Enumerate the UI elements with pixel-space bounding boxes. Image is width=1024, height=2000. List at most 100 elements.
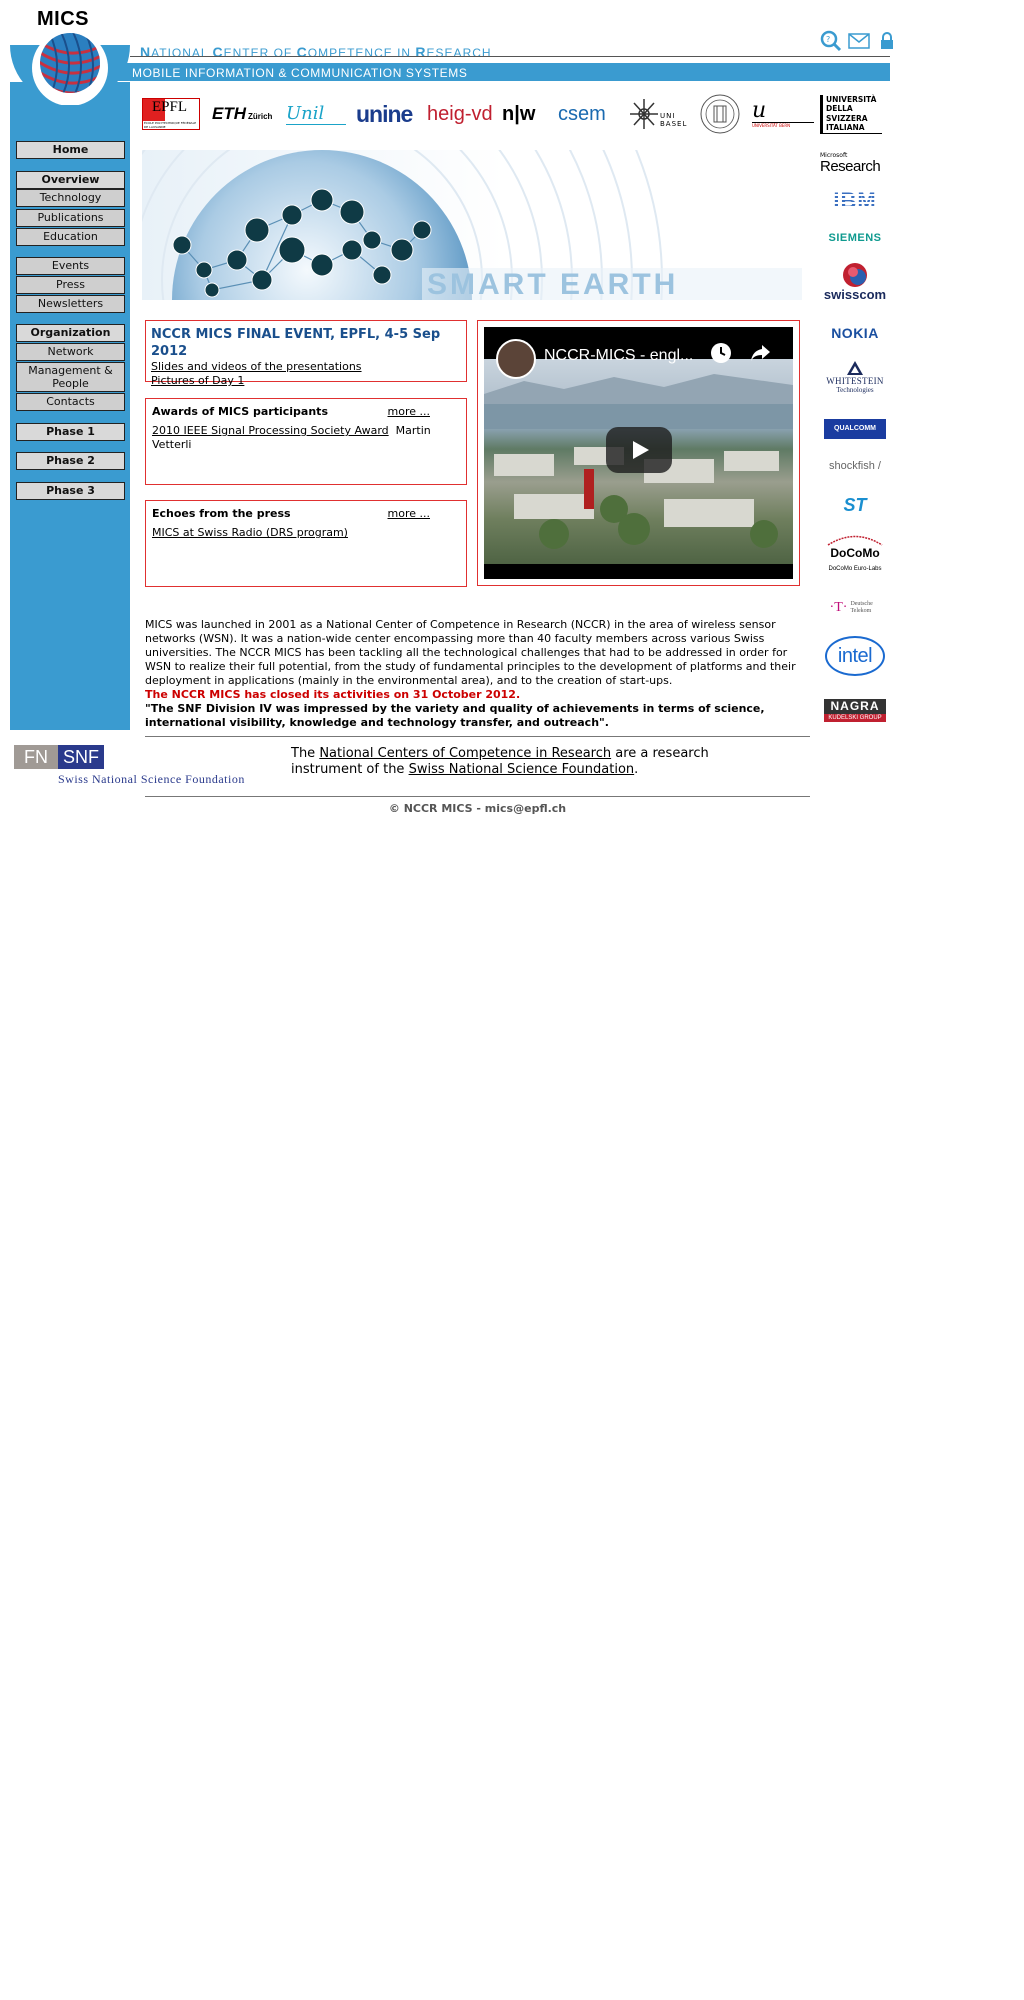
snsf-link[interactable]: Swiss National Science Foundation: [409, 762, 635, 777]
eth-logo[interactable]: ETH Zürich: [212, 92, 272, 136]
sidebar-item-phase-3[interactable]: Phase 3: [16, 482, 125, 500]
usi-logo[interactable]: UNIVERSITÀ DELLA SVIZZERA ITALIANA: [820, 92, 890, 136]
sidebar-item-network[interactable]: Network: [16, 343, 125, 361]
telekom-logo-text: Deutsche Telekom: [850, 601, 873, 614]
awards-box: Awards of MICS participants more ... 201…: [145, 398, 467, 485]
slides-videos-link[interactable]: Slides and videos of the presentations: [151, 360, 461, 374]
sidebar-item-events[interactable]: Events: [16, 257, 125, 275]
docomo-logo-subtitle: DoCoMo Euro-Labs: [828, 566, 882, 572]
csem-logo-text: csem: [558, 102, 606, 125]
nccr-link[interactable]: National Centers of Competence in Resear…: [319, 746, 611, 761]
whitestein-logo-subtitle: Technologies: [836, 386, 874, 394]
lock-icon[interactable]: [876, 30, 898, 52]
mics-description: MICS was launched in 2001 as a National …: [145, 618, 805, 730]
sidebar-item-phase-1[interactable]: Phase 1: [16, 423, 125, 441]
sidebar-item-technology[interactable]: Technology: [16, 189, 125, 207]
nokia-logo[interactable]: NOKIA: [820, 324, 890, 342]
sidebar-item-newsletters[interactable]: Newsletters: [16, 295, 125, 313]
watch-later-icon[interactable]: [709, 341, 733, 368]
header-divider: [130, 56, 890, 57]
whitestein-logo[interactable]: WHITESTEIN Technologies: [820, 355, 890, 399]
unil-logo[interactable]: Unil: [286, 92, 346, 136]
nw-logo[interactable]: n|w: [502, 92, 535, 136]
uni-basel-logo[interactable]: UNI BASEL: [630, 92, 690, 136]
sidebar-item-press[interactable]: Press: [16, 276, 125, 294]
sidebar-item-contacts[interactable]: Contacts: [16, 393, 125, 411]
swisscom-logo[interactable]: swisscom: [820, 260, 890, 304]
pictures-day1-link[interactable]: Pictures of Day 1: [151, 374, 461, 388]
basel-emblem-icon: [630, 99, 658, 129]
sidebar-item-publications[interactable]: Publications: [16, 209, 125, 227]
nagra-logo[interactable]: NAGRA KUDELSKI GROUP: [820, 697, 890, 723]
ieee-award-link[interactable]: 2010 IEEE Signal Processing Society Awar…: [152, 424, 389, 437]
copyright: © NCCR MICS - mics@epfl.ch: [388, 802, 567, 815]
press-heading: Echoes from the press: [152, 507, 291, 520]
epfl-logo-text: EPFL: [152, 99, 188, 115]
docomo-logo[interactable]: DoCoMo DoCoMo Euro-Labs: [820, 532, 890, 576]
video-player[interactable]: NCCR-MICS - engl...: [484, 327, 793, 579]
search-icon[interactable]: ?: [820, 30, 842, 52]
st-logo[interactable]: ST: [820, 495, 890, 515]
microsoft-research-logo[interactable]: Microsoft Research: [820, 150, 890, 176]
snf-quote: "The SNF Division IV was impressed by th…: [145, 702, 765, 729]
sidebar-item-education[interactable]: Education: [16, 228, 125, 246]
press-more-link[interactable]: more ...: [388, 507, 430, 520]
research-logo-text: Research: [820, 157, 881, 175]
eth-logo-text: ETH: [212, 104, 246, 123]
st-logo-text: ST: [843, 494, 867, 515]
unil-logo-text: Unil: [286, 103, 346, 125]
footer-divider-bottom: [145, 796, 810, 797]
event-title: NCCR MICS FINAL EVENT, EPFL, 4-5 Sep 201…: [151, 327, 441, 359]
sidebar-item-home[interactable]: Home: [16, 141, 125, 159]
siemens-logo[interactable]: SIEMENS: [820, 230, 890, 246]
intel-logo[interactable]: intel: [820, 634, 890, 678]
video-title[interactable]: NCCR-MICS - engl...: [544, 347, 693, 365]
share-icon[interactable]: [750, 343, 772, 366]
qualcomm-logo[interactable]: QUALCOMM: [820, 419, 890, 439]
play-button[interactable]: [606, 427, 672, 473]
uni-bern-logo-subtitle: UNIVERSITÄT BERN: [752, 122, 791, 128]
whitestein-logo-text: WHITESTEIN: [826, 376, 884, 386]
uni-bern-logo[interactable]: u UNIVERSITÄT BERN: [752, 92, 814, 136]
swiss-radio-link[interactable]: MICS at Swiss Radio (DRS program): [152, 526, 348, 539]
whitestein-emblem-icon: [847, 361, 863, 375]
snf-logo[interactable]: FN SNF Swiss National Science Foundation: [14, 745, 264, 787]
shockfish-logo-text: shockfish /: [829, 460, 881, 472]
shockfish-logo[interactable]: shockfish /: [820, 457, 890, 475]
description-text: MICS was launched in 2001 as a National …: [145, 618, 796, 687]
snf-note-post: .: [634, 762, 639, 777]
banner-title: SMART EARTH: [427, 268, 679, 300]
sidebar-item-management-people[interactable]: Management & People: [16, 362, 125, 392]
uni-basel-logo-text: UNI BASEL: [660, 112, 688, 128]
smart-earth-banner: SMART EARTH: [142, 150, 802, 300]
telekom-t-icon: ·T·: [829, 600, 848, 615]
deutsche-telekom-logo[interactable]: ·T· Deutsche Telekom: [820, 598, 890, 618]
sidebar-item-organization[interactable]: Organization: [16, 324, 125, 342]
mics-logo[interactable]: MICS: [10, 0, 130, 107]
ibm-logo[interactable]: IBM: [820, 188, 890, 214]
mail-icon[interactable]: [848, 30, 870, 52]
sidebar-item-phase-2[interactable]: Phase 2: [16, 452, 125, 470]
globe-icon: [40, 33, 100, 93]
sidebar-item-overview[interactable]: Overview: [16, 171, 125, 189]
mics-subtitle: MOBILE INFORMATION & COMMUNICATION SYSTE…: [132, 66, 468, 80]
qualcomm-logo-text: QUALCOMM: [824, 419, 886, 439]
siemens-logo-text: SIEMENS: [828, 232, 882, 244]
closing-notice: The NCCR MICS has closed its activities …: [145, 688, 521, 701]
epfl-logo[interactable]: EPFL ÉCOLE POLYTECHNIQUE FÉDÉRALE DE LAU…: [142, 92, 200, 136]
uzh-logo[interactable]: [700, 92, 740, 136]
nccr-title: NATIONAL CENTER OF COMPETENCE IN RESEARC…: [140, 44, 492, 60]
channel-avatar[interactable]: [496, 339, 536, 379]
unine-logo[interactable]: unine: [356, 92, 413, 136]
docomo-logo-text: DoCoMo: [830, 546, 880, 560]
nw-logo-text: n|w: [502, 102, 536, 125]
heig-vd-logo[interactable]: heig-vd: [427, 92, 493, 136]
usi-logo-text: UNIVERSITÀ DELLA SVIZZERA ITALIANA: [820, 94, 882, 134]
csem-logo[interactable]: csem: [558, 92, 606, 136]
nokia-logo-text: NOKIA: [831, 325, 879, 341]
logo-text: MICS: [37, 8, 89, 30]
awards-more-link[interactable]: more ...: [388, 405, 430, 418]
heig-vd-logo-text: heig-vd: [427, 102, 493, 125]
partner-logos: EPFL ÉCOLE POLYTECHNIQUE FÉDÉRALE DE LAU…: [140, 92, 820, 138]
video-box: NCCR-MICS - engl...: [477, 320, 800, 586]
